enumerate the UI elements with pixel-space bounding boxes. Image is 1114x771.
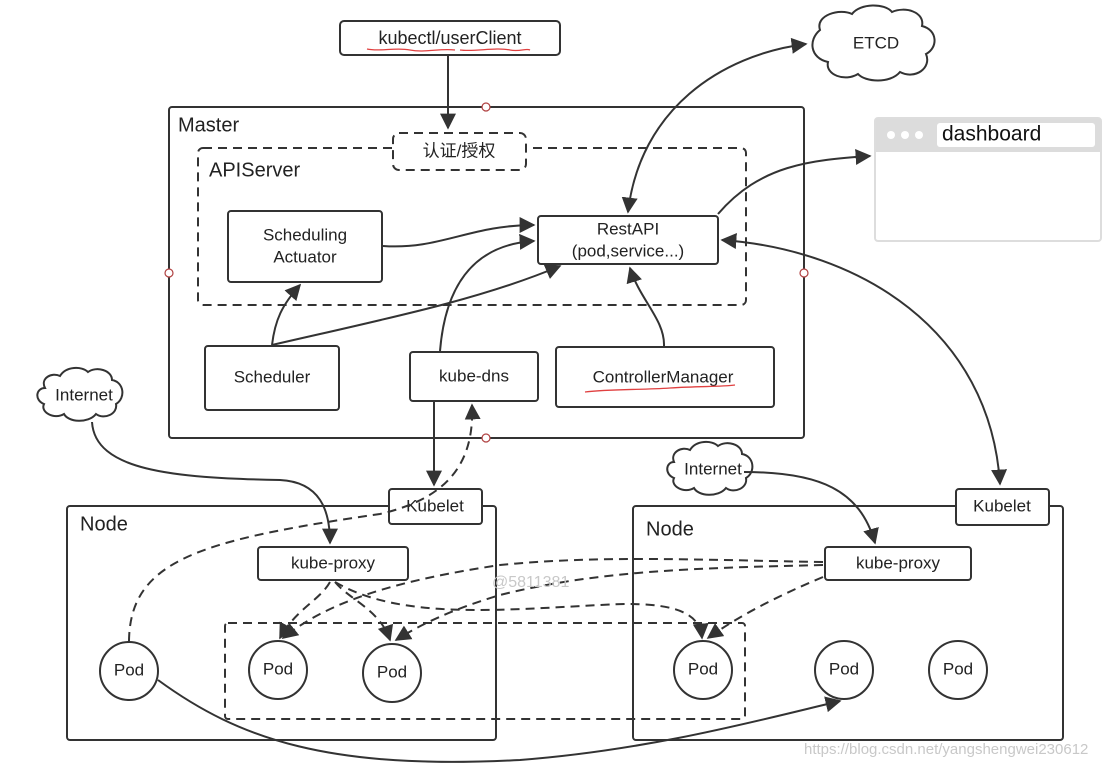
controller-manager-box: ControllerManager	[555, 346, 775, 408]
kube-proxy-left-box: kube-proxy	[257, 546, 409, 581]
scheduling-actuator-line2: Actuator	[273, 247, 337, 266]
pod-right-2: Pod	[928, 640, 988, 700]
pod-label: Pod	[688, 659, 718, 678]
auth-box: 认证/授权	[392, 132, 527, 171]
kubelet-right-label: Kubelet	[973, 496, 1031, 515]
watermark-footer: https://blog.csdn.net/yangshengwei230612	[804, 741, 1088, 758]
edge-proxy-right-to-pod2	[394, 564, 824, 641]
window-dot	[901, 131, 909, 139]
edge-actuator-to-restapi	[382, 217, 536, 248]
edge-proxy-right-to-pod-right	[706, 576, 824, 639]
kube-proxy-left-label: kube-proxy	[291, 553, 376, 572]
etcd-cloud: ETCD	[811, 4, 936, 82]
k8s-architecture-diagram: Node Node Master APIServer 认证/授权 Schedul…	[36, 4, 1102, 763]
edge-kube-dns-to-restapi	[439, 233, 536, 352]
internet-cloud-left: Internet	[36, 366, 124, 422]
scheduler-label: Scheduler	[234, 367, 311, 386]
restapi-line1: RestAPI	[597, 219, 659, 238]
watermark-center: @5811381	[492, 574, 569, 591]
etcd-label: ETCD	[853, 33, 899, 52]
pod-label: Pod	[943, 659, 973, 678]
pod-right-0: Pod	[673, 640, 733, 700]
master: Master APIServer 认证/授权 Scheduling Actuat…	[164, 102, 809, 443]
edge-scheduler-to-actuator	[271, 283, 302, 346]
kubelet-left-label: Kubelet	[406, 496, 464, 515]
pod-label: Pod	[829, 659, 859, 678]
pod-label: Pod	[263, 659, 293, 678]
internet-cloud-right: Internet	[666, 440, 754, 496]
pod-label: Pod	[377, 662, 407, 681]
apiserver-title: APIServer	[209, 159, 300, 181]
internet-left-label: Internet	[55, 385, 113, 404]
edge-controller-to-restapi	[626, 266, 666, 347]
edge-internet-to-kube-proxy-right	[743, 471, 879, 545]
scheduling-actuator-line1: Scheduling	[263, 225, 347, 244]
auth-label: 认证/授权	[423, 141, 496, 160]
internet-right-label: Internet	[684, 459, 742, 478]
edge-proxy-left-to-pod2	[334, 581, 394, 642]
edge-proxy-left-to-pod1	[279, 581, 331, 640]
scheduler-box: Scheduler	[204, 345, 340, 411]
restapi-line2: (pod,service...)	[572, 241, 684, 260]
node-left-title: Node	[80, 513, 128, 535]
edge-restapi-to-dashboard	[717, 148, 872, 215]
anchor-point	[481, 102, 491, 112]
pod-label: Pod	[114, 660, 144, 679]
client-box: kubectl/userClient	[339, 20, 561, 56]
master-title: Master	[178, 114, 239, 136]
pod-left-1: Pod	[248, 640, 308, 700]
kubelet-right-box: Kubelet	[955, 488, 1050, 526]
anchor-point	[481, 433, 491, 443]
pod-left-0: Pod	[99, 641, 159, 701]
window-dot	[887, 131, 895, 139]
restapi-box: RestAPI (pod,service...)	[537, 215, 719, 265]
node-right-title: Node	[646, 518, 694, 540]
kube-dns-label: kube-dns	[439, 366, 509, 385]
kube-dns-box: kube-dns	[409, 351, 539, 402]
dashboard-window: dashboard	[874, 117, 1102, 242]
anchor-point	[164, 268, 174, 278]
pod-left-2: Pod	[362, 643, 422, 703]
pod-right-1: Pod	[814, 640, 874, 700]
anchor-point	[799, 268, 809, 278]
dashboard-label: dashboard	[942, 123, 1041, 146]
window-dot	[915, 131, 923, 139]
kube-proxy-right-label: kube-proxy	[856, 553, 941, 572]
kube-proxy-right-box: kube-proxy	[824, 546, 972, 581]
controller-manager-label: ControllerManager	[593, 367, 734, 386]
client-label: kubectl/userClient	[378, 28, 521, 48]
scheduling-actuator-box: Scheduling Actuator	[227, 210, 383, 283]
edge-etcd-restapi	[621, 37, 808, 214]
